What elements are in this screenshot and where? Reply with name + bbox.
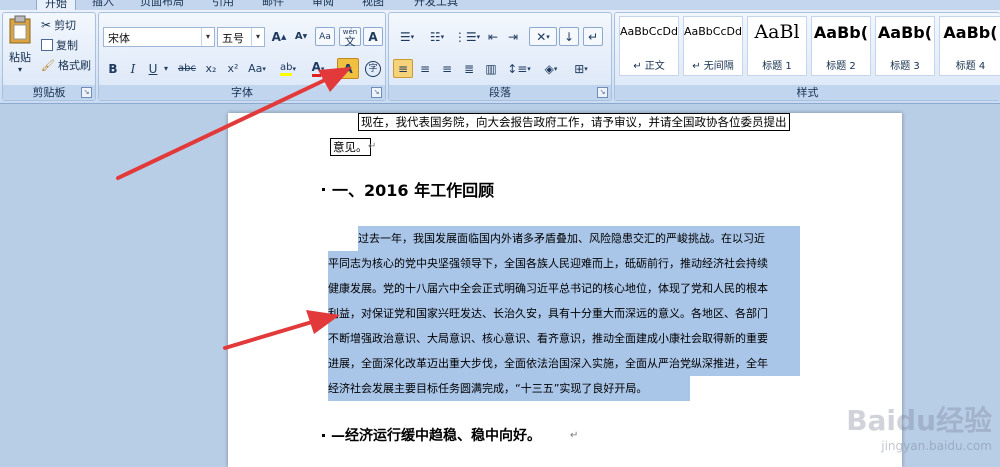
baidu-watermark: Baidu经验 jingyan.baidu.com	[752, 399, 992, 459]
annotation-arrows	[116, 67, 352, 350]
watermark-brand: Baidu经验	[846, 404, 992, 437]
watermark-url: jingyan.baidu.com	[881, 439, 992, 453]
arrow-to-selected-text	[223, 310, 340, 350]
arrow-to-shading-button	[116, 67, 352, 180]
